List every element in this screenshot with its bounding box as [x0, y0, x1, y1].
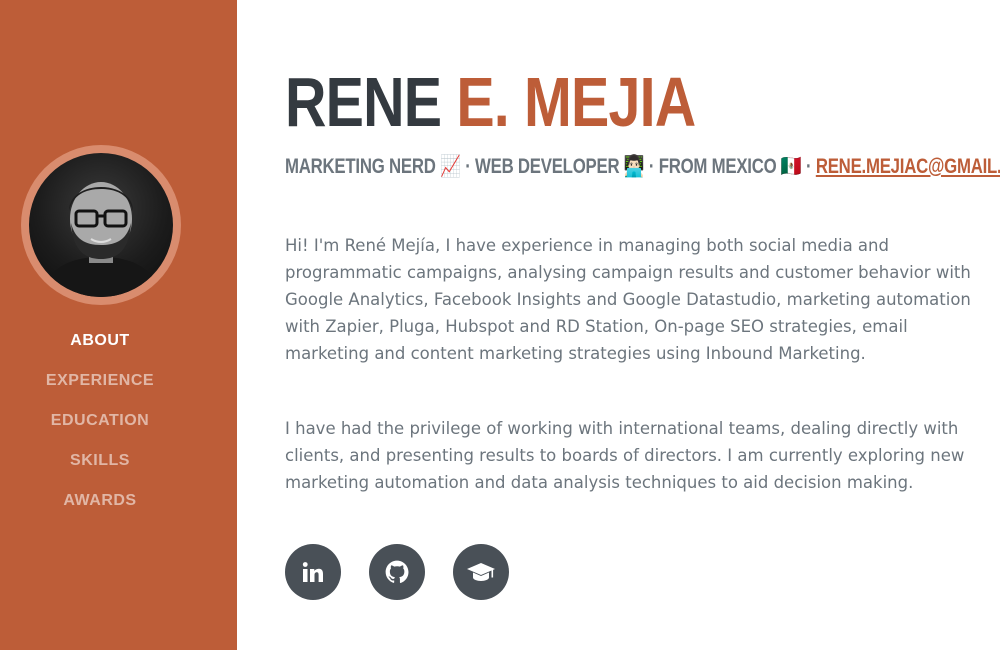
- first-name: RENE: [285, 63, 457, 141]
- sidebar-nav: ABOUT EXPERIENCE EDUCATION SKILLS AWARDS: [0, 328, 200, 528]
- nav-item-awards[interactable]: AWARDS: [0, 488, 200, 528]
- github-icon: [385, 560, 409, 583]
- subheading: MARKETING NERD 📈 · WEB DEVELOPER 👨🏻‍💻 · …: [285, 153, 1000, 180]
- avatar-portrait: [39, 182, 163, 297]
- linkedin-icon: [302, 562, 323, 582]
- role-marketing: MARKETING NERD: [285, 155, 436, 178]
- nav-item-about[interactable]: ABOUT: [0, 328, 200, 368]
- avatar: [29, 153, 173, 297]
- role-web-developer: · WEB DEVELOPER: [465, 155, 620, 178]
- scholar-button[interactable]: [453, 544, 509, 600]
- chart-emoji-icon: 📈: [440, 154, 461, 178]
- mexico-flag-icon: 🇲🇽: [780, 154, 802, 178]
- graduation-cap-icon: [467, 563, 495, 581]
- avatar-ring: [21, 145, 181, 305]
- email-link[interactable]: RENE.MEJIAC@GMAIL.COM: [816, 155, 1000, 178]
- last-name: E. MEJIA: [456, 63, 696, 141]
- nav-item-education[interactable]: EDUCATION: [0, 408, 200, 448]
- github-button[interactable]: [369, 544, 425, 600]
- technologist-emoji-icon: 👨🏻‍💻: [623, 154, 645, 178]
- linkedin-button[interactable]: [285, 544, 341, 600]
- separator: ·: [806, 155, 816, 178]
- page-title: RENE E. MEJIA: [285, 62, 696, 142]
- nav-item-skills[interactable]: SKILLS: [0, 448, 200, 488]
- location: · FROM MEXICO: [648, 155, 777, 178]
- nav-item-experience[interactable]: EXPERIENCE: [0, 368, 200, 408]
- sidebar: ABOUT EXPERIENCE EDUCATION SKILLS AWARDS: [0, 0, 237, 650]
- social-icons: [285, 544, 509, 600]
- about-paragraph-2: I have had the privilege of working with…: [285, 419, 965, 492]
- about-paragraph-1: Hi! I'm René Mejía, I have experience in…: [285, 236, 971, 363]
